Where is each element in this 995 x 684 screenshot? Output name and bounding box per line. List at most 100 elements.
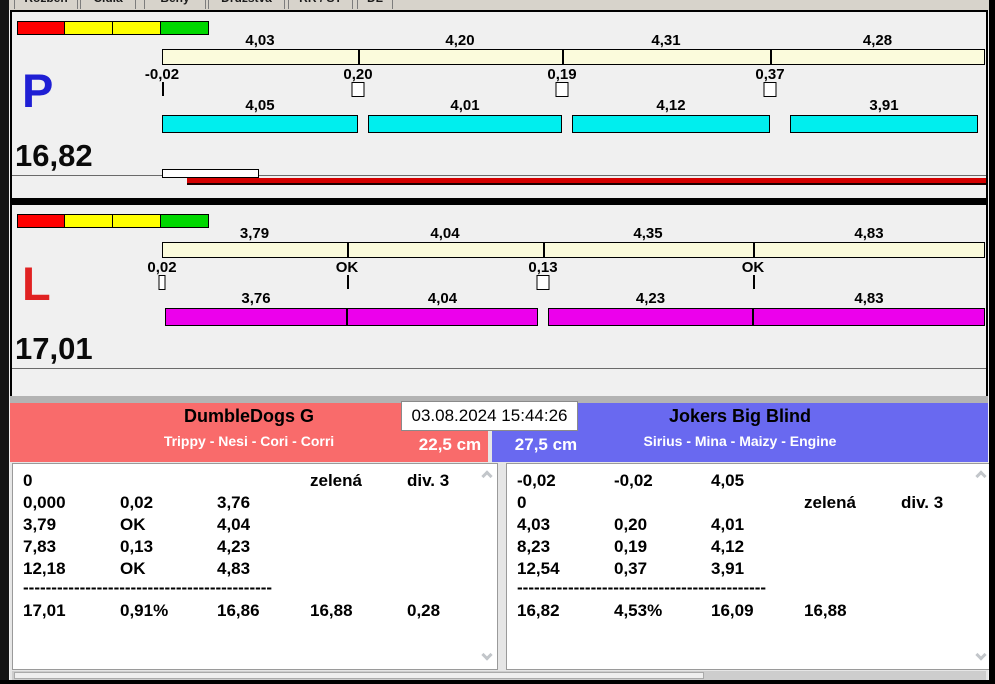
results-table-left[interactable]: 0 zelená div. 3 0,000 0,02 3,76 3,79 OK 4,04 7,83… <box>12 463 498 670</box>
lane-total-time: 16,82 <box>15 138 93 173</box>
dog-split-value: 4,04 <box>427 290 458 307</box>
lane-panel-l: 3,79 4,04 4,35 4,83 0,02 OK 0,13 OK 3,76 4,04 4,23… <box>12 205 986 396</box>
lane-panel-p: 4,03 4,20 4,31 4,28 -0,02 0,20 0,19 0,37 4,05 4,0… <box>12 12 986 198</box>
lane-letter: L <box>22 257 51 310</box>
checkpoint-box <box>555 82 569 97</box>
checkpoint-tick <box>162 82 164 96</box>
table-cell: 0,02 <box>120 493 154 512</box>
legend-swatch-3 <box>161 214 209 228</box>
legend-swatch-0 <box>17 21 65 35</box>
panel-divider <box>12 198 986 205</box>
net-split-value: 4,28 <box>862 32 893 49</box>
net-split-value: 4,35 <box>633 225 663 242</box>
tab-b-hy[interactable]: Běhy <box>144 0 206 9</box>
table-cell: 0 <box>517 493 527 512</box>
summary-row: 17,01 0,91% 16,86 16,88 0,28 <box>13 600 497 622</box>
table-cell: 0,13 <box>120 537 154 556</box>
checkpoint-box <box>763 82 777 97</box>
table-cell: 4,12 <box>711 537 745 556</box>
table-cell: 0,19 <box>614 537 648 556</box>
checkpoint-value: 0,37 <box>755 66 785 83</box>
checkpoint-box <box>351 82 365 97</box>
dog-split-bar <box>347 308 538 326</box>
summary-cell: 17,01 <box>23 601 66 620</box>
horizontal-scrollbar[interactable] <box>12 671 986 680</box>
tab-rr-st[interactable]: RR / ST <box>288 0 353 9</box>
table-row: 0 zelená div. 3 <box>507 492 991 514</box>
checkpoint-tick <box>347 275 349 289</box>
jump-height-left: 22,5 cm <box>418 435 482 454</box>
legend-swatch-0 <box>17 214 65 228</box>
summary-cell: 16,82 <box>517 601 560 620</box>
table-cell: 3,76 <box>217 493 251 512</box>
dog-split-value: 3,91 <box>869 97 899 114</box>
split-bar-separator <box>753 242 755 258</box>
run-progress-bar <box>187 178 986 185</box>
table-cell: 4,01 <box>711 515 745 534</box>
table-row: -0,02 -0,02 4,05 <box>507 470 991 492</box>
scroll-down-icon[interactable] <box>481 649 493 661</box>
table-row: 12,18 OK 4,83 <box>13 558 497 580</box>
table-row: 3,79 OK 4,04 <box>13 514 497 536</box>
net-split-value: 4,03 <box>245 32 275 49</box>
table-cell: 4,03 <box>517 515 551 534</box>
net-split-value: 4,31 <box>651 32 681 49</box>
table-cell: 3,91 <box>711 559 745 578</box>
table-cell: div. 3 <box>407 471 450 490</box>
checkpoint-value: OK <box>741 259 765 276</box>
scrollbar-thumb[interactable] <box>14 672 704 679</box>
table-row: 8,23 0,19 4,12 <box>507 536 991 558</box>
table-row: 12,54 0,37 3,91 <box>507 558 991 580</box>
app-window: RozběhČidla BěhyDružstvaRR / ST DL 4,03 4,2… <box>0 0 995 684</box>
legend-swatch-3 <box>161 21 209 35</box>
scroll-down-icon[interactable] <box>975 649 987 661</box>
table-row: 7,83 0,13 4,23 <box>13 536 497 558</box>
table-cell: 0 <box>23 471 33 490</box>
table-cell: 4,04 <box>217 515 251 534</box>
checkpoint-box <box>158 275 166 290</box>
dog-split-bar <box>790 115 978 133</box>
tab--idla[interactable]: Čidla <box>80 0 136 9</box>
table-cell: 12,18 <box>23 559 66 578</box>
window-border-bottom <box>0 680 995 684</box>
status-legend <box>17 21 209 35</box>
table-row: 0 zelená div. 3 <box>13 470 497 492</box>
teams-section: DumbleDogs G Trippy - Nesi - Cori - Corr… <box>10 401 992 680</box>
results-table-right[interactable]: -0,02 -0,02 4,05 0 zelená div. 3 4,03 0,20 4,01 8… <box>506 463 992 670</box>
table-cell: 7,83 <box>23 537 57 556</box>
table-row: 4,03 0,20 4,01 <box>507 514 991 536</box>
table-cell: zelená <box>310 471 362 490</box>
table-cell: 4,23 <box>217 537 251 556</box>
run-marker-box <box>162 169 259 178</box>
table-cell: 0,000 <box>23 493 66 512</box>
split-total-bar <box>162 49 985 65</box>
timestamp-label: 03.08.2024 15:44:26 <box>401 401 578 431</box>
table-cell: zelená <box>804 493 856 512</box>
table-cell: 4,05 <box>711 471 745 490</box>
table-cell: 8,23 <box>517 537 551 556</box>
desktop-edge-strip <box>0 0 9 684</box>
dog-split-value: 4,83 <box>854 290 884 307</box>
lane-total-time: 17,01 <box>15 331 93 366</box>
legend-swatch-1 <box>65 214 113 228</box>
dog-split-bar <box>165 308 347 326</box>
lanes-area: 4,03 4,20 4,31 4,28 -0,02 0,20 0,19 0,37 4,05 4,0… <box>10 10 988 398</box>
tab-dru-stva[interactable]: Družstva <box>208 0 285 9</box>
tab-dl[interactable]: DL <box>357 0 393 9</box>
dog-split-bar <box>572 115 770 133</box>
table-cell: 3,79 <box>23 515 57 534</box>
net-split-value: 4,83 <box>854 225 884 242</box>
table-cell: 0,20 <box>614 515 648 534</box>
table-row: 0,000 0,02 3,76 <box>13 492 497 514</box>
summary-separator: ----------------------------------------… <box>23 578 273 597</box>
net-split-value: 4,04 <box>430 225 460 242</box>
tab-rozb-h[interactable]: Rozběh <box>14 0 78 9</box>
dog-split-bar <box>368 115 562 133</box>
summary-cell: 16,88 <box>804 601 847 620</box>
lane-baseline <box>12 175 986 176</box>
split-bar-separator <box>543 242 545 258</box>
dog-split-bar <box>753 308 985 326</box>
summary-cell: 16,88 <box>310 601 353 620</box>
split-bar-separator <box>770 49 772 65</box>
table-cell: div. 3 <box>901 493 944 512</box>
